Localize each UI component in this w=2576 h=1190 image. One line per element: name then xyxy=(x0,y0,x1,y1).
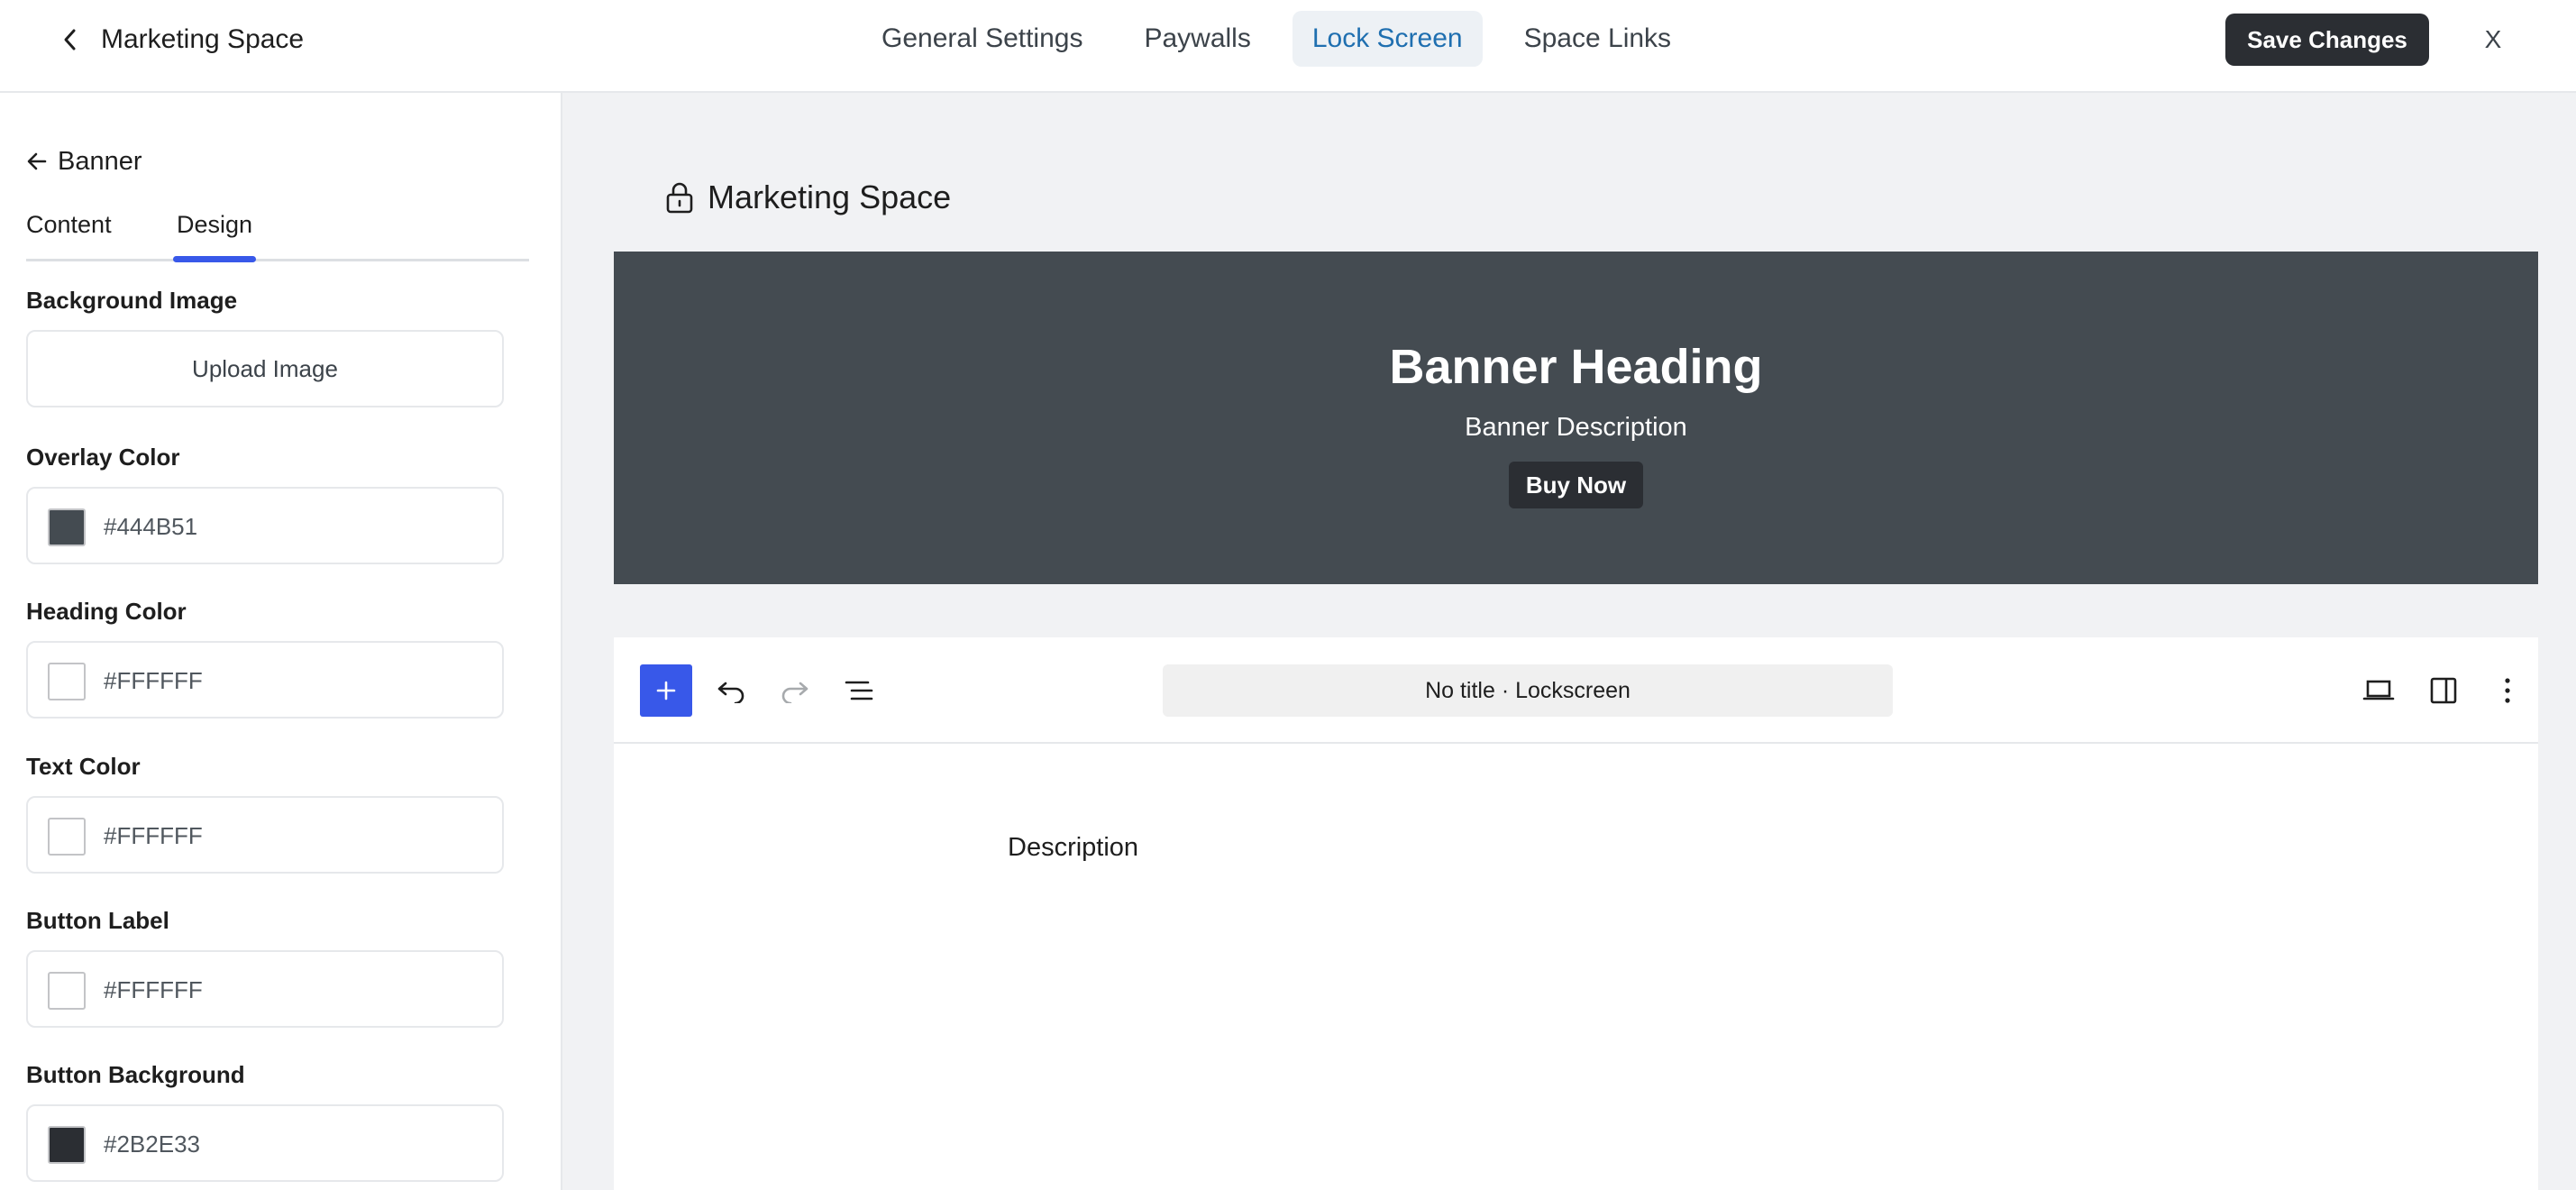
lock-icon xyxy=(666,182,693,214)
text-color-field[interactable]: #FFFFFF xyxy=(26,796,504,874)
add-block-button[interactable] xyxy=(640,664,692,717)
list-view-icon xyxy=(845,681,873,700)
sidebar-tabs: Content Design xyxy=(26,206,529,262)
preview-space-title: Marketing Space xyxy=(708,178,952,215)
buy-now-button[interactable]: Buy Now xyxy=(1509,462,1643,508)
upload-image-button[interactable]: Upload Image xyxy=(26,330,504,407)
text-color-label: Text Color xyxy=(26,753,141,780)
tab-paywalls[interactable]: Paywalls xyxy=(1124,11,1270,67)
banner-description: Banner Description xyxy=(1465,413,1687,442)
overlay-color-value: #444B51 xyxy=(104,513,198,540)
overlay-color-swatch[interactable] xyxy=(48,508,86,546)
banner-heading: Banner Heading xyxy=(1389,340,1763,394)
sidebar-icon xyxy=(2430,677,2457,704)
laptop-icon xyxy=(2362,680,2395,700)
button-background-field[interactable]: #2B2E33 xyxy=(26,1104,504,1182)
button-label-color-swatch[interactable] xyxy=(48,972,86,1010)
text-color-swatch[interactable] xyxy=(48,818,86,856)
heading-color-label: Heading Color xyxy=(26,598,187,625)
undo-button[interactable] xyxy=(705,664,757,717)
banner-back-button[interactable]: Banner xyxy=(25,142,142,181)
document-overview-button[interactable] xyxy=(833,664,885,717)
more-vertical-icon xyxy=(2505,678,2510,703)
button-label-color-field[interactable]: #FFFFFF xyxy=(26,950,504,1028)
device-preview-button[interactable] xyxy=(2352,664,2405,717)
arrow-left-icon xyxy=(27,152,47,170)
close-button[interactable]: X xyxy=(2477,18,2509,61)
undo-icon xyxy=(717,682,744,703)
tab-general-settings[interactable]: General Settings xyxy=(862,11,1102,67)
tab-design[interactable]: Design xyxy=(172,206,257,262)
button-label-color-value: #FFFFFF xyxy=(104,976,203,1003)
tab-content[interactable]: Content xyxy=(26,206,112,259)
button-label-color-label: Button Label xyxy=(26,907,169,934)
editor-description-text[interactable]: Description xyxy=(1008,829,1138,865)
button-background-swatch[interactable] xyxy=(48,1126,86,1164)
save-changes-button[interactable]: Save Changes xyxy=(2225,14,2429,66)
design-sidebar: Banner Content Design Background Image U… xyxy=(0,93,562,1190)
button-background-value: #2B2E33 xyxy=(104,1130,200,1158)
background-image-label: Background Image xyxy=(26,287,238,314)
banner[interactable]: Banner Heading Banner Description Buy No… xyxy=(614,252,2538,584)
heading-color-field[interactable]: #FFFFFF xyxy=(26,641,504,719)
back-button[interactable] xyxy=(54,23,87,56)
overlay-color-label: Overlay Color xyxy=(26,444,180,471)
text-color-value: #FFFFFF xyxy=(104,822,203,849)
tab-space-links[interactable]: Space Links xyxy=(1504,11,1691,67)
plus-icon xyxy=(656,681,676,700)
chevron-left-icon xyxy=(64,29,76,50)
document-title-bar[interactable]: No title · Lockscreen xyxy=(1163,664,1893,717)
nav-tabs: General Settings Paywalls Lock Screen Sp… xyxy=(862,11,1691,67)
redo-button[interactable] xyxy=(769,664,821,717)
tab-lock-screen[interactable]: Lock Screen xyxy=(1292,11,1483,67)
banner-back-label: Banner xyxy=(58,146,142,176)
more-options-button[interactable] xyxy=(2481,664,2534,717)
redo-icon xyxy=(781,682,808,703)
lock-screen-preview: Marketing Space Banner Heading Banner De… xyxy=(562,93,2576,1190)
heading-color-value: #FFFFFF xyxy=(104,667,203,694)
space-title: Marketing Space xyxy=(101,24,305,54)
toggle-settings-sidebar-button[interactable] xyxy=(2417,664,2470,717)
editor-toolbar: No title · Lockscreen xyxy=(614,637,2538,744)
overlay-color-field[interactable]: #444B51 xyxy=(26,487,504,564)
heading-color-swatch[interactable] xyxy=(48,663,86,700)
button-background-label: Button Background xyxy=(26,1061,245,1088)
top-bar: Marketing Space General Settings Paywall… xyxy=(0,0,2576,93)
block-editor: No title · Lockscreen Description xyxy=(614,637,2538,1190)
